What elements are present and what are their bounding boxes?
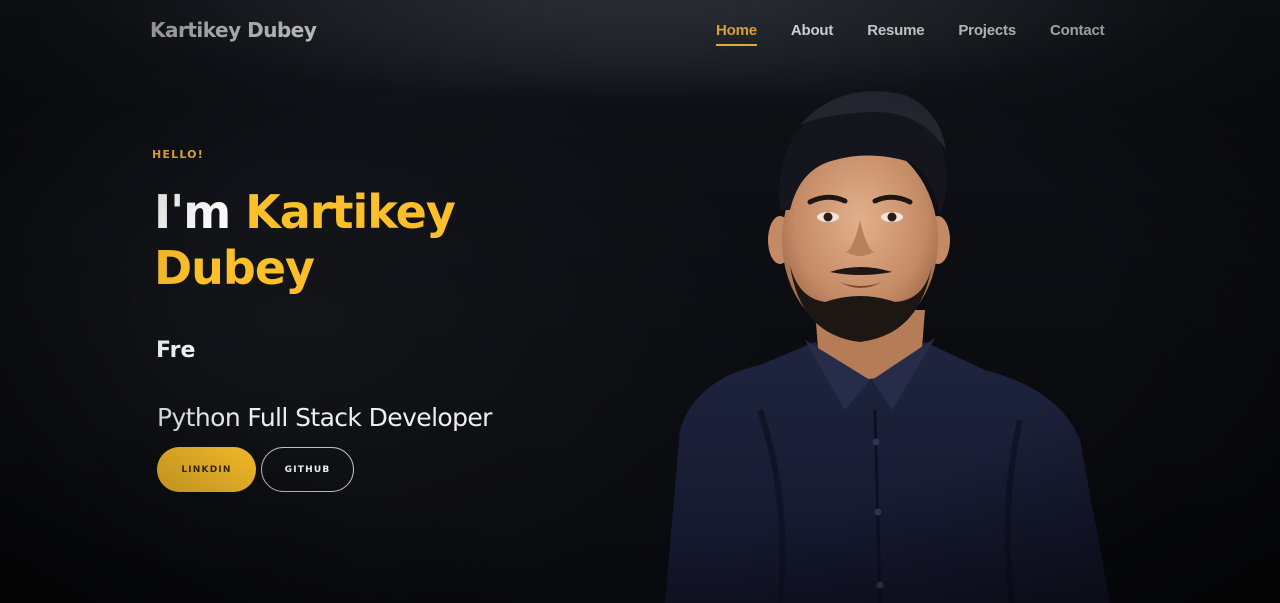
- nav-contact[interactable]: Contact: [1050, 22, 1105, 46]
- hero-name-first: Kartikey: [245, 185, 456, 239]
- hero-headline: I'm Kartikey Dubey: [154, 184, 574, 296]
- portfolio-page: Kartikey Dubey Home About Resume Project…: [0, 0, 1280, 603]
- nav-projects[interactable]: Projects: [958, 22, 1016, 46]
- linkedin-button[interactable]: LINKDIN: [157, 447, 256, 492]
- hero-role: Python Full Stack Developer: [157, 403, 492, 432]
- nav-resume[interactable]: Resume: [867, 22, 924, 46]
- nav-about[interactable]: About: [791, 22, 834, 46]
- github-button[interactable]: GITHUB: [261, 447, 354, 492]
- typed-text: Fre: [156, 338, 196, 363]
- site-logo[interactable]: Kartikey Dubey: [150, 18, 317, 42]
- main-nav: Home About Resume Projects Contact: [716, 22, 1138, 46]
- hero-name-last: Dubey: [154, 241, 315, 295]
- profile-photo: [665, 91, 1110, 603]
- hero-greeting: HELLO!: [152, 148, 204, 161]
- nav-home[interactable]: Home: [716, 22, 757, 46]
- hero-intro: I'm: [154, 185, 231, 239]
